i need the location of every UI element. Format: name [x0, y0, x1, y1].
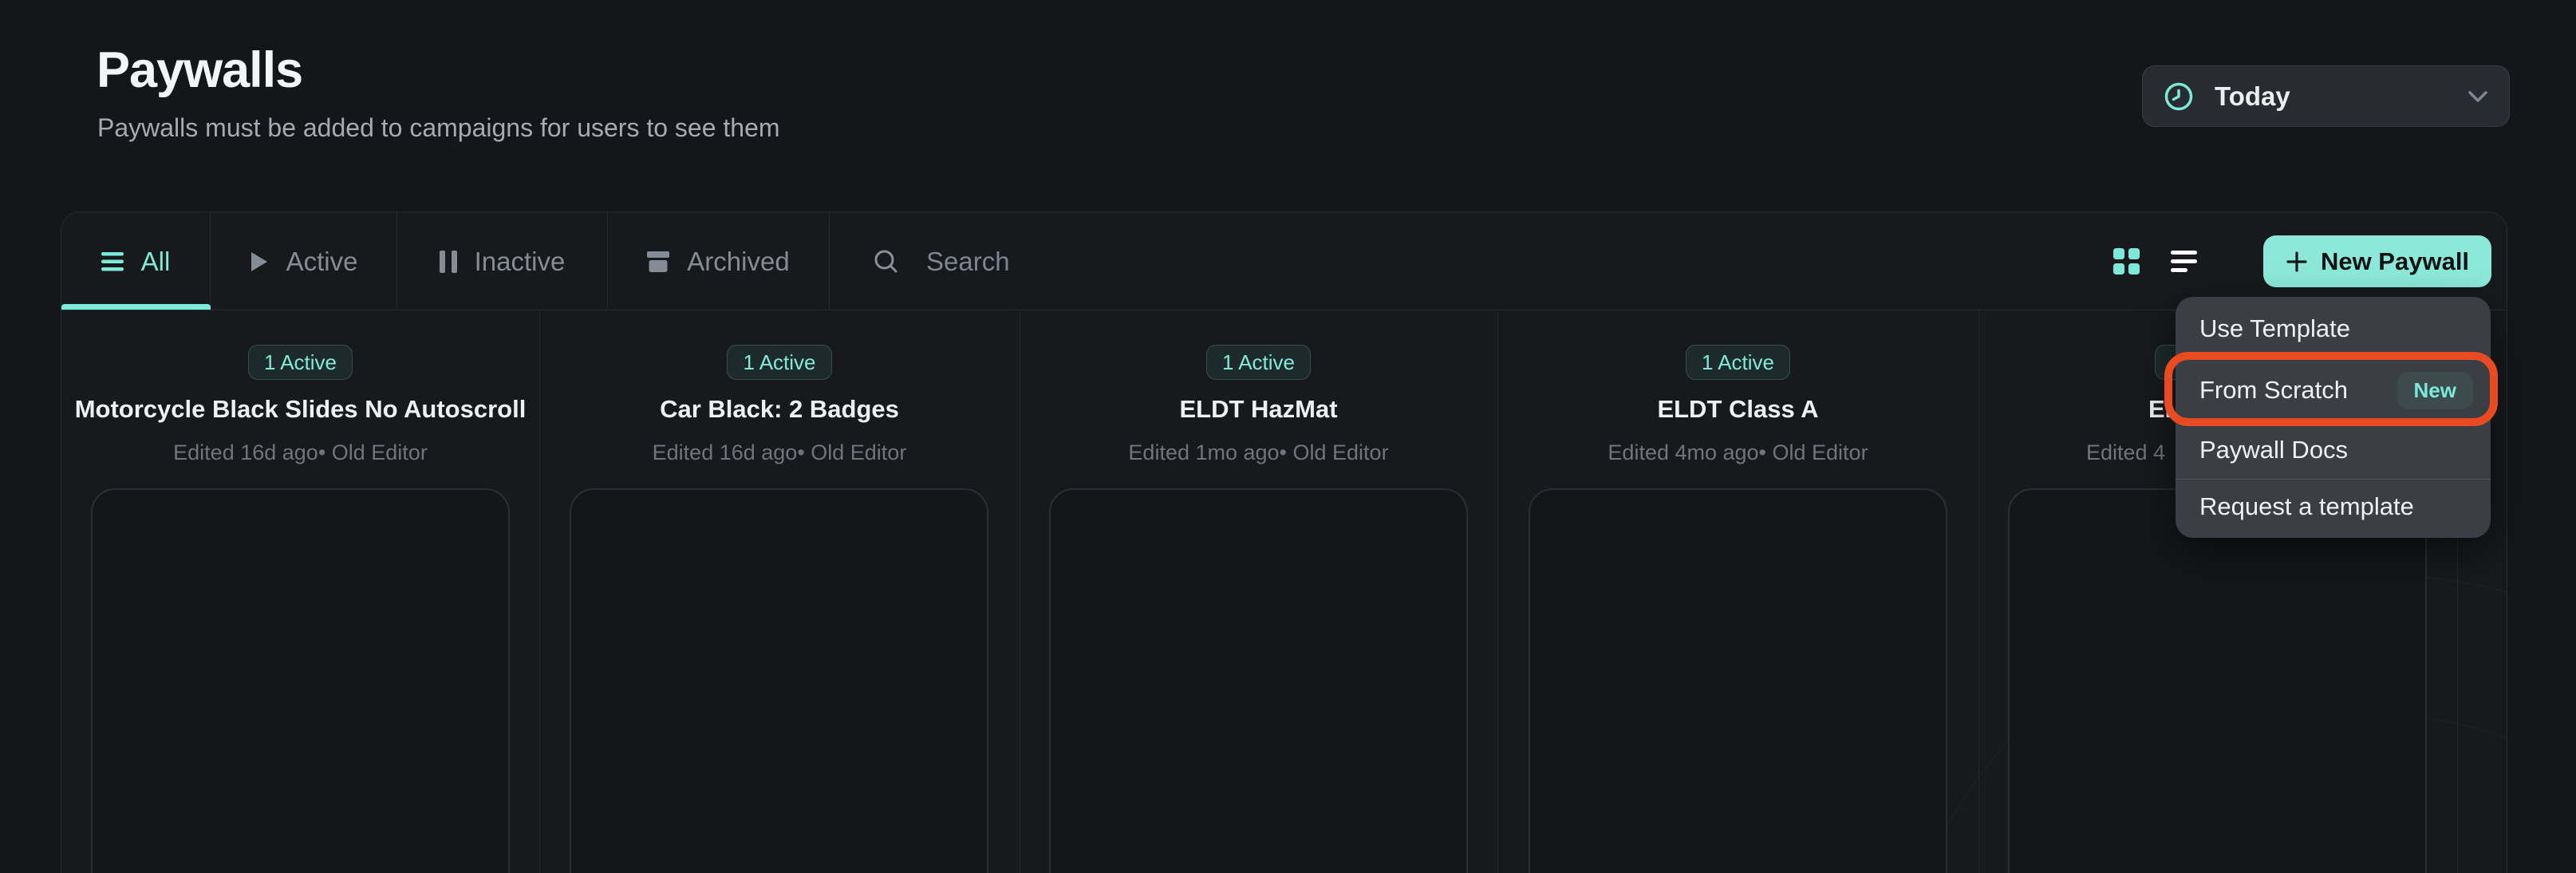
menu-item-paywall-docs[interactable]: Paywall Docs [2176, 425, 2491, 476]
paywall-title: ELDT HazMat [1020, 395, 1497, 424]
clock-icon [2164, 81, 2194, 112]
new-paywall-menu: Use Template From Scratch New Paywall Do… [2176, 297, 2491, 538]
paywall-preview[interactable] [91, 488, 510, 873]
paywall-card[interactable]: 1 Active ELDT Class A Edited 4mo ago• Ol… [1497, 311, 1978, 873]
page-subtitle: Paywalls must be added to campaigns for … [97, 113, 780, 143]
paywall-preview[interactable] [2008, 488, 2427, 873]
paywall-title: ELDT Class A [1497, 395, 1978, 424]
archive-icon [647, 251, 669, 273]
list-view-button[interactable] [2160, 212, 2207, 310]
paywall-card[interactable]: 1 Active Car Black: 2 Badges Edited 16d … [539, 311, 1020, 873]
tab-all[interactable]: All [61, 212, 211, 310]
menu-item-request-template[interactable]: Request a template [2176, 481, 2491, 532]
paywalls-panel: All Active Inactive [61, 211, 2507, 873]
tab-inactive-label: Inactive [475, 247, 566, 277]
tab-inactive[interactable]: Inactive [397, 212, 608, 310]
paywall-preview[interactable] [1529, 488, 1947, 873]
status-badge: 1 Active [248, 345, 353, 380]
grid-view-button[interactable] [2102, 212, 2150, 310]
page-title: Paywalls [97, 41, 302, 99]
status-badge: 1 Active [1206, 345, 1311, 380]
plus-icon [2286, 251, 2308, 273]
column-divider [1978, 311, 1979, 873]
status-badge: 1 Active [727, 345, 831, 380]
paywall-edited-meta: Edited 4 [2086, 440, 2165, 465]
tab-all-label: All [141, 247, 171, 277]
pause-icon [440, 251, 457, 273]
play-icon [250, 251, 269, 273]
paywall-grid: 1 Active Motorcycle Black Slides No Auto… [61, 311, 2507, 873]
paywall-title: Car Black: 2 Badges [539, 395, 1020, 424]
chevron-down-icon [2468, 89, 2488, 104]
paywall-card[interactable]: 1 Active Motorcycle Black Slides No Auto… [61, 311, 539, 873]
tab-archived[interactable]: Archived [608, 212, 830, 310]
menu-item-from-scratch[interactable]: From Scratch New [2176, 359, 2491, 421]
paywall-edited-meta: Edited 1mo ago• Old Editor [1020, 440, 1497, 465]
paywall-card[interactable]: 1 Active ELDT HazMat Edited 1mo ago• Old… [1020, 311, 1497, 873]
menu-item-use-template[interactable]: Use Template [2176, 303, 2491, 354]
tab-active[interactable]: Active [211, 212, 397, 310]
paywall-title: Motorcycle Black Slides No Autoscroll [61, 395, 539, 424]
grid-view-icon [2113, 248, 2140, 275]
paywall-edited-meta: Edited 16d ago• Old Editor [61, 440, 539, 465]
new-paywall-button[interactable]: New Paywall [2263, 235, 2491, 287]
date-filter-label: Today [2215, 81, 2290, 112]
active-tab-underline [61, 304, 211, 310]
paywall-preview[interactable] [1049, 488, 1468, 873]
search-icon [874, 249, 899, 275]
tab-bar: All Active Inactive [61, 212, 2507, 310]
new-paywall-label: New Paywall [2321, 247, 2469, 276]
search-input[interactable] [926, 247, 1341, 277]
list-view-icon [2171, 251, 2197, 273]
paywalls-screen: Paywalls Paywalls must be added to campa… [0, 0, 2576, 873]
paywall-edited-meta: Edited 16d ago• Old Editor [539, 440, 1020, 465]
new-badge: New [2397, 372, 2473, 409]
tab-active-label: Active [286, 247, 358, 277]
menu-item-from-scratch-label: From Scratch [2199, 376, 2348, 405]
status-badge: 1 Active [1686, 345, 1790, 380]
paywall-edited-meta: Edited 4mo ago• Old Editor [1497, 440, 1978, 465]
rows-icon [101, 252, 124, 271]
paywall-preview[interactable] [570, 488, 988, 873]
tab-archived-label: Archived [687, 247, 789, 277]
date-filter-button[interactable]: Today [2142, 65, 2510, 127]
search-area [830, 212, 1388, 310]
menu-separator [2176, 479, 2491, 480]
